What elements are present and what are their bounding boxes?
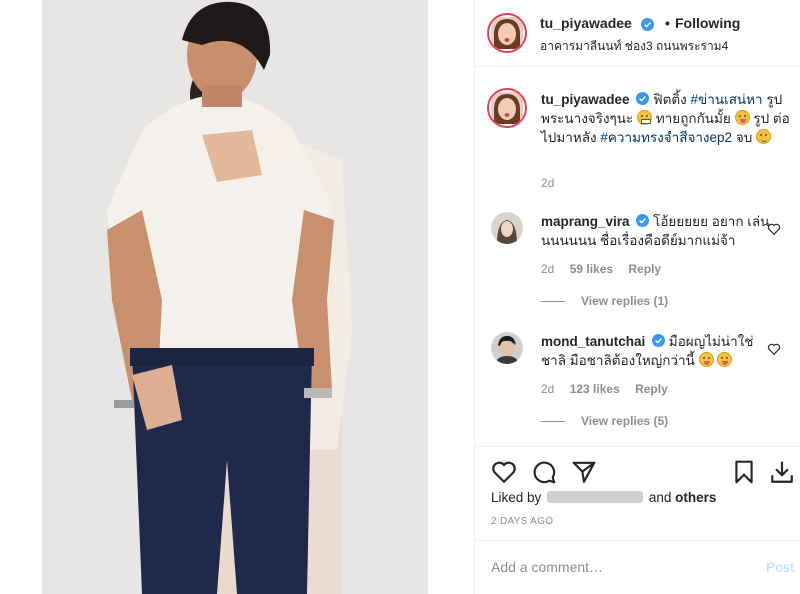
- blurred-username[interactable]: [547, 491, 644, 503]
- post-photo-illustration: [42, 0, 428, 594]
- verified-badge-icon: [636, 214, 650, 227]
- verified-badge-icon: [652, 334, 666, 347]
- comment-time[interactable]: 2d: [541, 262, 554, 276]
- comment-meta: 2d 123 likes Reply: [541, 382, 680, 396]
- smiling-emoji-icon: [756, 129, 772, 144]
- post-image-area: [0, 0, 474, 594]
- share-icon[interactable]: [571, 459, 597, 485]
- liked-by-line: Liked by and others: [491, 490, 716, 505]
- verified-badge-icon: [641, 18, 654, 31]
- comment-username[interactable]: maprang_vira: [541, 214, 630, 229]
- post-side-panel: tu_piyawadee • Following อาคารมาลีนนท์ ช…: [474, 0, 800, 594]
- view-replies-label: View replies (1): [581, 294, 669, 308]
- comment-like-heart-icon[interactable]: [767, 342, 781, 356]
- post-date[interactable]: 2 DAYS AGO: [491, 516, 553, 527]
- caption-time[interactable]: 2d: [541, 176, 554, 190]
- caption-hashtag[interactable]: #ความทรงจำสีจางep2: [600, 130, 732, 145]
- add-comment-bar: Post: [475, 540, 800, 594]
- comments-section[interactable]: tu_piyawadee ฟิตติ้ง #ข่านเสน่หา รูป พระ…: [475, 68, 800, 446]
- heart-icon[interactable]: [491, 459, 517, 485]
- comment-likes-count[interactable]: 59 likes: [570, 262, 613, 276]
- post-header: tu_piyawadee • Following อาคารมาลีนนท์ ช…: [475, 0, 800, 67]
- comment-like-heart-icon[interactable]: [767, 222, 781, 236]
- following-button[interactable]: Following: [675, 15, 740, 31]
- liked-by-others[interactable]: others: [675, 490, 716, 505]
- comment-reply-button[interactable]: Reply: [628, 262, 661, 276]
- caption-text: tu_piyawadee ฟิตติ้ง #ข่านเสน่หา รูป พระ…: [541, 90, 791, 147]
- view-replies-label: View replies (5): [581, 414, 669, 428]
- add-comment-input[interactable]: [491, 559, 731, 575]
- commenter-avatar[interactable]: [491, 332, 523, 364]
- comment-likes-count[interactable]: 123 likes: [570, 382, 620, 396]
- comment-icon[interactable]: [531, 459, 557, 485]
- post-location[interactable]: อาคารมาลีนนท์ ช่อง3 ถนนพระราม4: [540, 37, 728, 56]
- liked-by-suffix: and: [648, 490, 672, 505]
- bookmark-icon[interactable]: [731, 459, 757, 485]
- comment-username[interactable]: mond_tanutchai: [541, 334, 645, 349]
- tongue-emoji-icon: [717, 352, 733, 367]
- liked-by-prefix: Liked by: [491, 490, 542, 505]
- verified-badge-icon: [636, 92, 650, 105]
- caption-hashtag[interactable]: #ข่านเสน่หา: [691, 92, 763, 107]
- author-avatar-image: [491, 17, 523, 49]
- caption-text-part: ฟิตติ้ง: [653, 92, 687, 107]
- view-replies-button[interactable]: View replies (5): [541, 414, 668, 428]
- commenter-avatar-image: [491, 212, 523, 244]
- post-action-bar: [475, 446, 800, 494]
- commenter-avatar[interactable]: [491, 212, 523, 244]
- caption-meta: 2d: [541, 176, 566, 190]
- post-photo[interactable]: [42, 0, 428, 594]
- caption-text-part: ทายถูกกันมั้ย: [655, 111, 731, 126]
- caption-text-part: จบ: [735, 130, 753, 145]
- download-icon[interactable]: [769, 459, 795, 485]
- caption-username[interactable]: tu_piyawadee: [541, 92, 630, 107]
- grinning-emoji-icon: [637, 110, 653, 125]
- view-replies-button[interactable]: View replies (1): [541, 294, 668, 308]
- comment-meta: 2d 59 likes Reply: [541, 262, 673, 276]
- comment-text: maprang_vira โอ้ยยยยย อยาก เล่นนนนนนน ชื…: [541, 212, 771, 250]
- comment-time[interactable]: 2d: [541, 382, 554, 396]
- caption-author-avatar[interactable]: [487, 88, 527, 128]
- comment-text: mond_tanutchai มือผญไม่น่าใช่ ชาลิ มือชา…: [541, 332, 771, 370]
- caption-author-avatar-image: [491, 92, 523, 124]
- post-comment-button[interactable]: Post: [766, 559, 794, 575]
- commenter-avatar-image: [491, 332, 523, 364]
- comment-reply-button[interactable]: Reply: [635, 382, 668, 396]
- replies-divider-line: [541, 421, 565, 423]
- author-username[interactable]: tu_piyawadee: [540, 15, 632, 31]
- tongue-emoji-icon: [698, 352, 714, 367]
- follow-separator-dot: •: [665, 15, 670, 31]
- tongue-emoji-icon: [734, 110, 750, 125]
- author-avatar[interactable]: [487, 13, 527, 53]
- replies-divider-line: [541, 301, 565, 303]
